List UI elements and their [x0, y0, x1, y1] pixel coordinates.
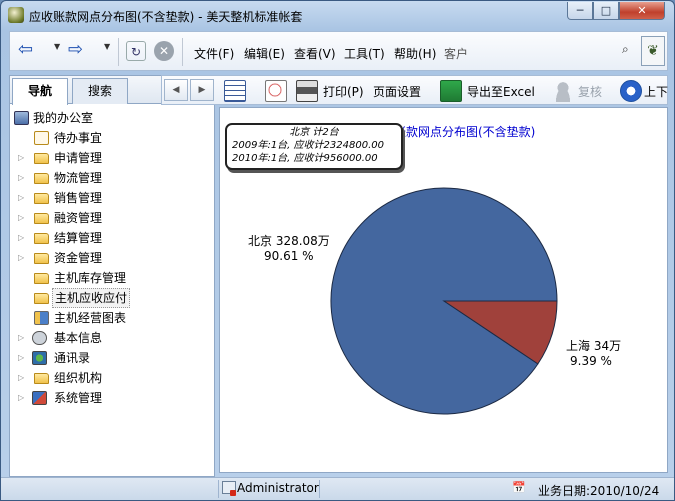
menu-file[interactable]: 文件(F): [194, 45, 234, 62]
tooltip-line: 2009年:1台, 应收计2324800.00: [232, 140, 384, 151]
title-bar: 应收账款网点分布图(不含垫款) - 美天整机标准帐套 ─ □ ✕: [1, 1, 674, 29]
status-user: Administrator: [237, 481, 319, 495]
contacts-icon: [32, 351, 47, 365]
expand-icon[interactable]: ▷: [18, 168, 24, 188]
page-setup-button[interactable]: 页面设置: [373, 83, 421, 100]
expand-icon[interactable]: ▷: [18, 388, 24, 408]
tab-search[interactable]: 搜索: [72, 78, 128, 104]
next-page-button[interactable]: ▶: [190, 79, 214, 101]
folder-icon: [34, 373, 49, 384]
expand-icon[interactable]: ▷: [18, 148, 24, 168]
stop-icon[interactable]: ✕: [154, 41, 174, 61]
folder-icon: [34, 153, 49, 164]
forward-dropdown-icon[interactable]: ▼: [104, 42, 110, 51]
print-button[interactable]: 打印(P): [323, 83, 364, 100]
expand-icon[interactable]: ▷: [18, 208, 24, 228]
app-window: 应收账款网点分布图(不含垫款) - 美天整机标准帐套 ─ □ ✕ ⇦ ▼ ⇨ ▼…: [0, 0, 675, 501]
slice-label-shanghai-percent: 9.39 %: [570, 354, 612, 368]
menu-help[interactable]: 帮助(H): [394, 45, 436, 62]
folder-icon: [34, 193, 49, 204]
folder-icon: [34, 233, 49, 244]
app-logo-icon: [8, 7, 24, 23]
navigation-panel: 导航 搜索 我的办公室 待办事宜 ▷ 申请管理 ▷ 物流管理 ▷ 销售管理 ▷ …: [9, 75, 215, 477]
expand-icon[interactable]: ▷: [18, 328, 24, 348]
status-business-date: 业务日期:2010/10/24: [538, 484, 660, 498]
menu-edit[interactable]: 编辑(E): [244, 45, 285, 62]
export-excel-button[interactable]: 导出至Excel: [467, 83, 535, 100]
chart-tooltip: 北京 计2台 2009年:1台, 应收计2324800.00 2010年:1台,…: [225, 123, 403, 170]
review-button: 复核: [578, 85, 603, 99]
printer-icon[interactable]: [296, 80, 318, 102]
slice-label-shanghai-value: 上海 34万: [566, 339, 622, 353]
report-toolbar: ◀ ▶ 打印(P) 页面设置 导出至Excel 复核 上下: [161, 75, 668, 105]
expand-icon[interactable]: ▷: [18, 188, 24, 208]
folder-icon: [34, 293, 49, 304]
slice-label-beijing-value: 北京 328.08万: [248, 234, 330, 248]
tooltip-title: 北京 计2台: [289, 127, 339, 138]
maximize-button[interactable]: □: [593, 2, 619, 20]
folder-icon: [34, 173, 49, 184]
calendar-icon: 📅: [512, 481, 526, 494]
expand-icon[interactable]: ▷: [18, 228, 24, 248]
toolbar-divider: [182, 38, 183, 66]
window-title: 应收账款网点分布图(不含垫款) - 美天整机标准帐套: [29, 10, 303, 24]
preview-icon[interactable]: [265, 80, 287, 102]
expand-icon[interactable]: ▷: [18, 368, 24, 388]
menu-tools[interactable]: 工具(T): [344, 45, 385, 62]
user-icon: [222, 481, 236, 496]
list-view-icon[interactable]: [224, 80, 246, 102]
expand-icon[interactable]: ▷: [18, 248, 24, 268]
customer-label: 客户: [444, 47, 469, 61]
tooltip-line: 2010年:1台, 应收计956000.00: [232, 153, 378, 164]
status-divider: [319, 480, 320, 498]
expand-icon[interactable]: ▷: [18, 348, 24, 368]
main-toolbar: ⇦ ▼ ⇨ ▼ ↻ ✕ 文件(F) 编辑(E) 查看(V) 工具(T) 帮助(H…: [9, 31, 668, 71]
office-icon: [14, 111, 29, 125]
prev-page-button[interactable]: ◀: [164, 79, 188, 101]
logo-icon: ❦: [641, 36, 665, 66]
tab-navigation[interactable]: 导航: [12, 78, 68, 105]
updown-button[interactable]: 上下: [644, 83, 668, 100]
system-icon: [32, 391, 47, 405]
toolbar-divider: [118, 38, 119, 66]
folder-icon: [34, 273, 49, 284]
updown-icon[interactable]: [620, 80, 642, 102]
search-icon[interactable]: ⌕: [622, 42, 629, 57]
forward-arrow-icon[interactable]: ⇨: [68, 40, 83, 62]
back-dropdown-icon[interactable]: ▼: [54, 42, 60, 51]
folder-icon: [34, 253, 49, 264]
slice-label-beijing-percent: 90.61 %: [264, 249, 314, 263]
status-bar: Administrator 📅 业务日期:2010/10/24: [1, 477, 674, 500]
chart-panel: 应收账款网点分布图(不含垫款) 北京 328.08万 90.61 % 上海 34…: [219, 107, 668, 473]
minimize-button[interactable]: ─: [567, 2, 593, 20]
todo-icon: [34, 131, 49, 145]
chart-icon: [34, 311, 49, 325]
review-icon: [552, 80, 574, 102]
info-icon: [32, 331, 47, 345]
refresh-icon[interactable]: ↻: [126, 41, 146, 61]
status-divider: [218, 480, 219, 498]
close-button[interactable]: ✕: [619, 2, 665, 20]
menu-view[interactable]: 查看(V): [294, 45, 336, 62]
back-arrow-icon[interactable]: ⇦: [18, 40, 33, 62]
excel-export-icon[interactable]: [440, 80, 462, 102]
folder-icon: [34, 213, 49, 224]
